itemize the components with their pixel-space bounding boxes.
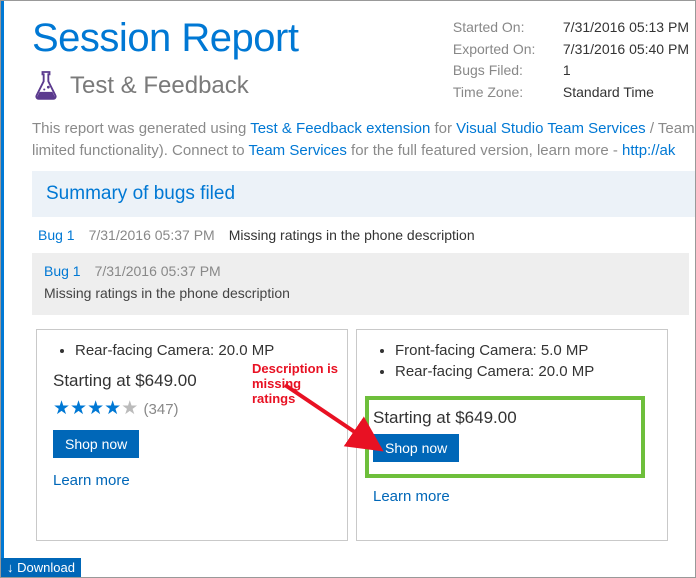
bug-time: 7/31/2016 05:37 PM bbox=[89, 227, 215, 243]
product-card-left: Rear-facing Camera: 20.0 MP Starting at … bbox=[36, 329, 348, 541]
intro-text: This report was generated using Test & F… bbox=[32, 118, 695, 162]
star-icon: ★ bbox=[121, 398, 138, 419]
product-card-right: Front-facing Camera: 5.0 MP Rear-facing … bbox=[356, 329, 668, 541]
meta-started-label: Started On: bbox=[453, 17, 553, 39]
bug-detail-panel: Bug 1 7/31/2016 05:37 PM Missing ratings… bbox=[32, 253, 689, 315]
shop-now-button[interactable]: Shop now bbox=[53, 430, 139, 458]
learn-more-link[interactable]: Learn more bbox=[373, 488, 450, 505]
rating-count: (347) bbox=[144, 401, 179, 418]
bug-description: Missing ratings in the phone description bbox=[44, 285, 677, 301]
bug-id-link[interactable]: Bug 1 bbox=[38, 227, 75, 243]
meta-bugs-val: 1 bbox=[563, 60, 571, 82]
bug-title: Missing ratings in the phone description bbox=[229, 227, 475, 243]
summary-heading: Summary of bugs filed bbox=[32, 171, 695, 217]
feature-item: Rear-facing Camera: 20.0 MP bbox=[75, 340, 331, 361]
download-icon: ↓ bbox=[7, 560, 14, 575]
learn-more-url[interactable]: http://ak bbox=[622, 142, 675, 159]
meta-exported-val: 7/31/2016 05:40 PM bbox=[563, 39, 689, 61]
vsts-link[interactable]: Visual Studio Team Services bbox=[456, 120, 646, 137]
meta-tz-label: Time Zone: bbox=[453, 82, 553, 104]
session-meta: Started On: 7/31/2016 05:13 PM Exported O… bbox=[453, 17, 695, 104]
team-services-link[interactable]: Team Services bbox=[249, 142, 347, 159]
meta-tz-val: Standard Time bbox=[563, 82, 654, 104]
star-icon: ★ bbox=[53, 398, 70, 419]
bug-summary-row[interactable]: Bug 1 7/31/2016 05:37 PM Missing ratings… bbox=[32, 217, 695, 253]
meta-started-val: 7/31/2016 05:13 PM bbox=[563, 17, 689, 39]
bug-id-link[interactable]: Bug 1 bbox=[44, 263, 81, 279]
star-icon: ★ bbox=[70, 398, 87, 419]
meta-exported-label: Exported On: bbox=[453, 39, 553, 61]
price-text: Starting at $649.00 bbox=[373, 408, 651, 428]
bug-time: 7/31/2016 05:37 PM bbox=[95, 263, 221, 279]
feature-item: Front-facing Camera: 5.0 MP bbox=[395, 340, 651, 361]
bug-screenshot: Rear-facing Camera: 20.0 MP Starting at … bbox=[36, 329, 685, 541]
ext-link[interactable]: Test & Feedback extension bbox=[250, 120, 430, 137]
feature-item: Rear-facing Camera: 20.0 MP bbox=[395, 361, 651, 382]
learn-more-link[interactable]: Learn more bbox=[53, 472, 130, 489]
star-icon: ★ bbox=[104, 398, 121, 419]
page-title: Session Report bbox=[32, 17, 298, 59]
meta-bugs-label: Bugs Filed: bbox=[453, 60, 553, 82]
subtitle: Test & Feedback bbox=[70, 72, 249, 100]
annotation-text: Description is missing ratings bbox=[252, 362, 348, 407]
flask-icon bbox=[32, 69, 60, 103]
shop-now-button[interactable]: Shop now bbox=[373, 434, 459, 462]
star-icon: ★ bbox=[87, 398, 104, 419]
download-button[interactable]: ↓ Download bbox=[1, 558, 81, 577]
